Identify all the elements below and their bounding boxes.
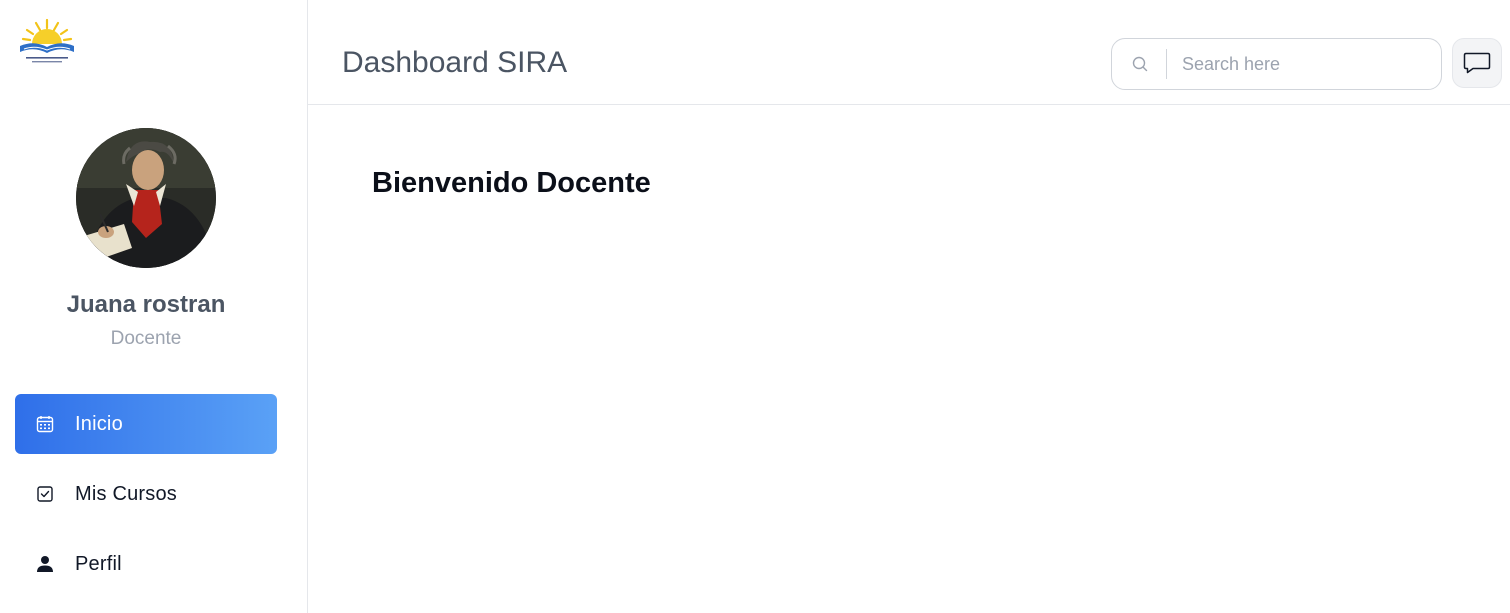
school-logo-icon[interactable] — [14, 16, 80, 72]
checkbox-icon — [35, 484, 55, 504]
sidebar-item-mis-cursos[interactable]: Mis Cursos — [15, 464, 277, 524]
search-icon — [1131, 55, 1151, 75]
calendar-icon — [35, 414, 55, 434]
user-name: Juana rostran — [66, 291, 226, 318]
sidebar-item-perfil[interactable]: Perfil — [15, 534, 277, 594]
sidebar-item-inicio[interactable]: Inicio — [15, 394, 277, 454]
search-divider — [1166, 49, 1167, 79]
search-box[interactable] — [1111, 38, 1442, 90]
user-avatar[interactable] — [76, 128, 216, 268]
user-role: Docente — [110, 328, 182, 349]
sidebar-item-label: Perfil — [75, 552, 122, 575]
search-input[interactable] — [1182, 47, 1432, 81]
page-title: Dashboard SIRA — [342, 46, 568, 79]
message-icon — [1463, 51, 1491, 75]
top-header: Dashboard SIRA — [308, 0, 1510, 105]
welcome-heading: Bienvenido Docente — [372, 167, 651, 199]
sidebar-item-label: Mis Cursos — [75, 482, 178, 505]
app-root: Juana rostran Docente Inicio Mis Cursos … — [0, 0, 1510, 613]
chat-button[interactable] — [1452, 38, 1502, 88]
sidebar-item-label: Inicio — [75, 412, 123, 435]
person-icon — [35, 554, 55, 574]
sidebar: Juana rostran Docente Inicio Mis Cursos … — [0, 0, 308, 613]
